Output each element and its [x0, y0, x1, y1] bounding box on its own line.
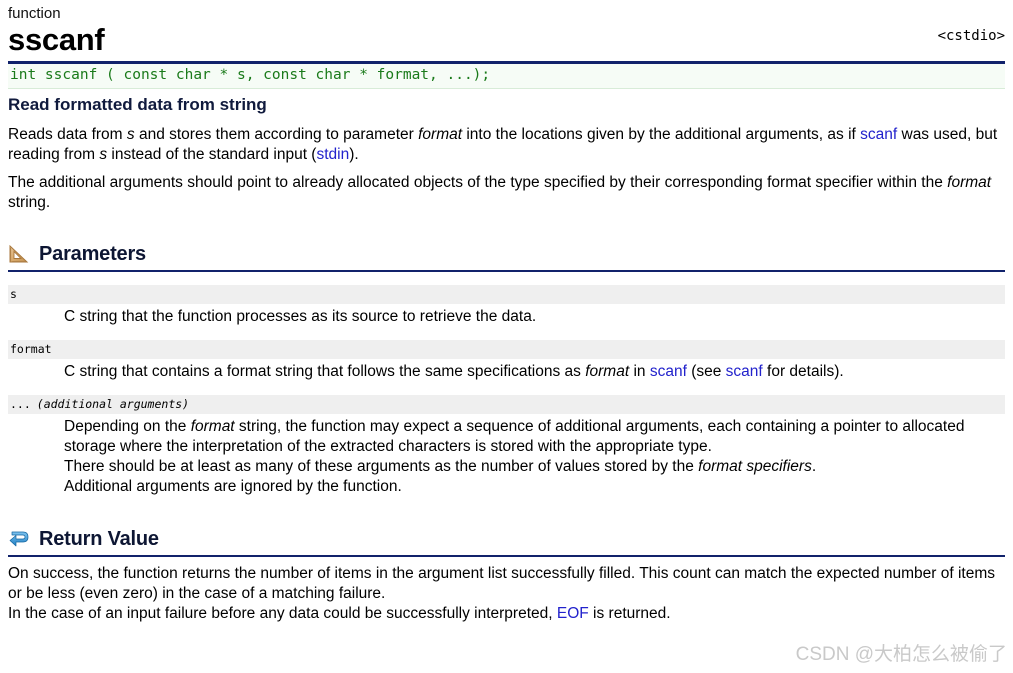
- function-prototype: int sscanf ( const char * s, const char …: [8, 64, 1005, 89]
- link-scanf[interactable]: scanf: [650, 363, 687, 380]
- return-value-body: On success, the function returns the num…: [8, 564, 1005, 624]
- return-text-line1: On success, the function returns the num…: [8, 565, 996, 602]
- return-value-section-header: Return Value: [8, 527, 1005, 553]
- csdn-watermark: CSDN @大柏怎么被偷了: [795, 644, 1007, 665]
- parameter-name-text: ...: [10, 397, 31, 411]
- desc-text: Reads data from: [8, 126, 127, 143]
- description-paragraph-1: Reads data from s and stores them accord…: [8, 125, 1005, 164]
- link-stdin[interactable]: stdin: [316, 146, 349, 163]
- parameter-description: C string that contains a format string t…: [64, 362, 1005, 382]
- param-text: for details).: [762, 363, 844, 380]
- parameter-description: Depending on the format string, the func…: [64, 417, 1005, 497]
- desc-text: ).: [349, 145, 359, 163]
- param-text: in: [629, 363, 650, 380]
- desc-var-s: s: [126, 126, 135, 143]
- return-text: is returned.: [588, 605, 671, 622]
- page-header: function sscanf <cstdio>: [8, 4, 1005, 58]
- page-subtitle: Read formatted data from string: [8, 95, 267, 114]
- parameter-entry: s C string that the function processes a…: [8, 285, 1005, 327]
- parameter-name: s: [8, 285, 1005, 304]
- desc-text: instead of the standard input (: [107, 145, 317, 163]
- page-title: sscanf: [8, 22, 105, 57]
- parameter-name-text: s: [10, 287, 17, 301]
- desc-var-format: format: [418, 126, 463, 143]
- parameter-description: C string that the function processes as …: [64, 307, 1005, 327]
- link-scanf[interactable]: scanf: [860, 126, 897, 143]
- param-text: C string that contains a format string t…: [64, 363, 586, 380]
- param-var-format-specifiers: format specifiers: [698, 458, 812, 475]
- desc-var-format: format: [947, 174, 992, 191]
- desc-text: The additional arguments should point to…: [8, 174, 948, 191]
- reference-page: function sscanf <cstdio> int sscanf ( co…: [0, 0, 1013, 624]
- desc-var-s: s: [99, 145, 108, 163]
- param-text: Additional arguments are ignored by the …: [64, 478, 402, 495]
- entity-kind-label: function: [8, 5, 61, 22]
- param-text: (see: [686, 363, 726, 380]
- desc-text: and stores them according to parameter: [134, 126, 419, 143]
- return-text: In the case of an input failure before a…: [8, 605, 557, 622]
- parameter-name-text: format: [10, 342, 52, 356]
- param-text: Depending on the: [64, 418, 191, 435]
- parameter-name: format: [8, 340, 1005, 359]
- set-square-ruler-icon: [8, 243, 30, 265]
- parameter-name: ... (additional arguments): [8, 395, 1005, 414]
- parameters-divider: [8, 270, 1005, 272]
- description-paragraph-2: The additional arguments should point to…: [8, 173, 1005, 212]
- param-var-format: format: [190, 418, 235, 435]
- desc-text: string.: [8, 193, 51, 211]
- parameters-section-header: Parameters: [8, 242, 1005, 268]
- parameter-entry: format C string that contains a format s…: [8, 340, 1005, 382]
- param-text: There should be at least as many of thes…: [64, 458, 699, 475]
- parameter-name-extra: (additional arguments): [36, 397, 190, 411]
- param-text: C string that the function processes as …: [64, 308, 537, 325]
- return-value-section: Return Value On success, the function re…: [8, 527, 1005, 624]
- parameters-heading: Parameters: [39, 243, 146, 265]
- return-value-heading: Return Value: [39, 528, 159, 550]
- parameter-entry: ... (additional arguments) Depending on t…: [8, 395, 1005, 497]
- link-eof[interactable]: EOF: [557, 605, 589, 622]
- link-scanf[interactable]: scanf: [726, 363, 763, 380]
- param-var-format: format: [585, 363, 630, 380]
- header-include-label: <cstdio>: [937, 28, 1005, 44]
- parameters-section: Parameters s C string that the function …: [8, 242, 1005, 497]
- desc-text: into the locations given by the addition…: [462, 126, 861, 143]
- param-text: .: [811, 458, 817, 475]
- return-value-divider: [8, 555, 1005, 557]
- return-arrow-icon: [8, 528, 30, 550]
